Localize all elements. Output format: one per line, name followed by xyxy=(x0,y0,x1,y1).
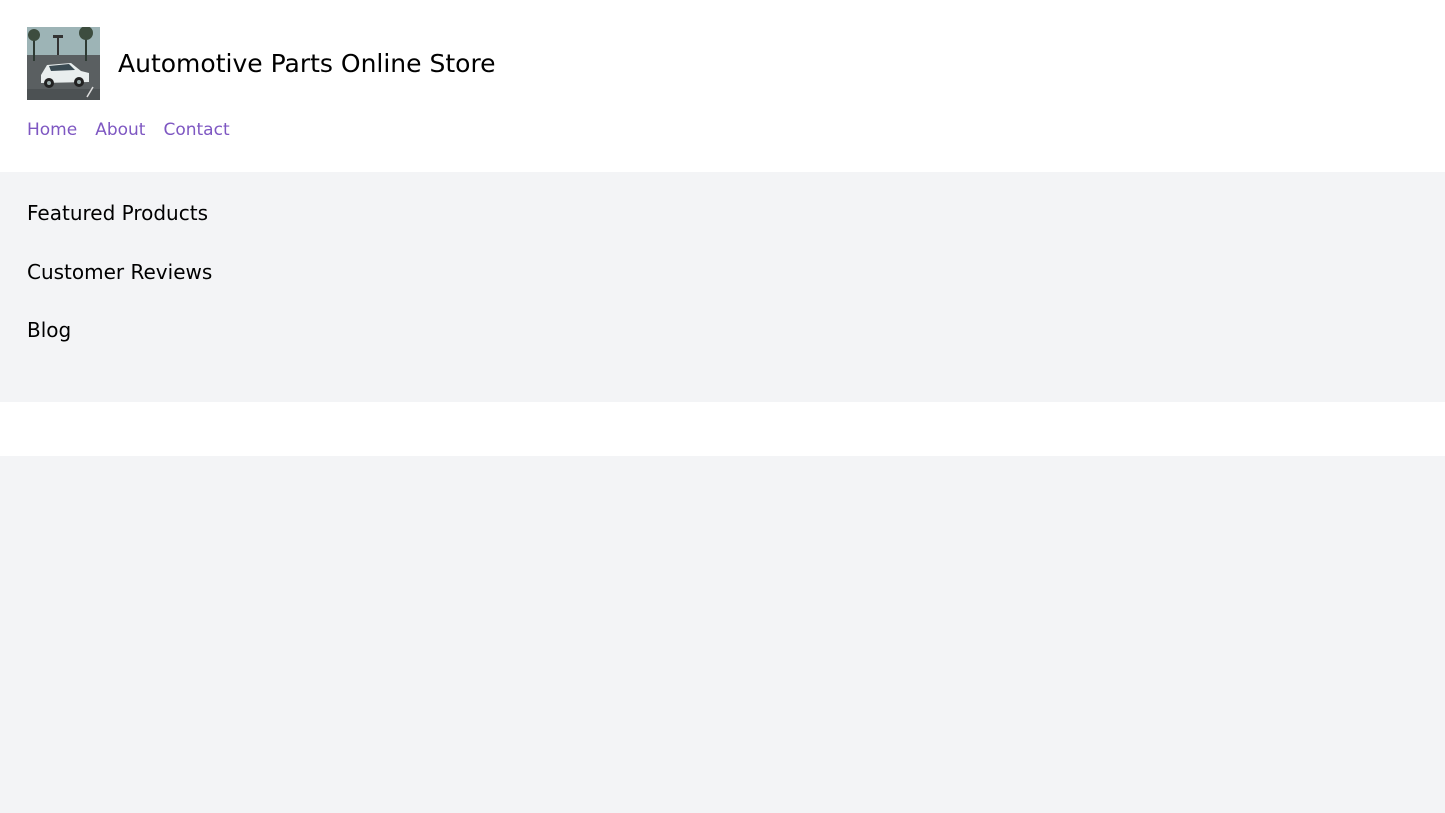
site-footer xyxy=(0,456,1445,813)
content-divider-band xyxy=(0,402,1445,456)
section-heading-customer-reviews: Customer Reviews xyxy=(27,260,213,284)
section-heading-featured-products: Featured Products xyxy=(27,201,208,225)
main-nav: Home About Contact xyxy=(27,120,230,140)
site-header: Automotive Parts Online Store Home About… xyxy=(0,0,1445,172)
nav-link-contact[interactable]: Contact xyxy=(163,120,229,140)
brand: Automotive Parts Online Store xyxy=(27,27,496,100)
main-content: Featured Products Customer Reviews Blog xyxy=(0,172,1445,402)
car-photo-icon[interactable] xyxy=(27,27,100,100)
section-heading-blog: Blog xyxy=(27,318,72,342)
site-title: Automotive Parts Online Store xyxy=(118,49,496,78)
nav-link-about[interactable]: About xyxy=(95,120,145,140)
nav-link-home[interactable]: Home xyxy=(27,120,77,140)
